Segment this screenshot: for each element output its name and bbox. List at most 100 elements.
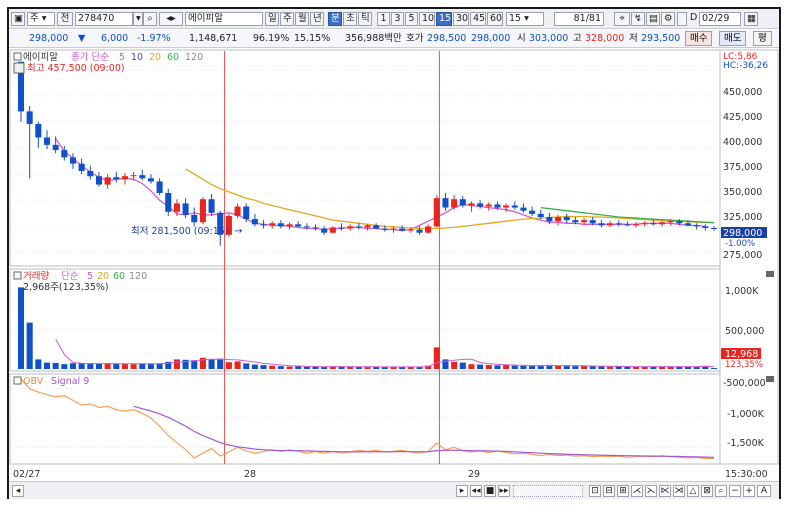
period-second[interactable]: 초 bbox=[343, 12, 357, 26]
auto-scale-icon[interactable]: A bbox=[757, 485, 771, 497]
vol-legend-box-icon[interactable] bbox=[13, 271, 22, 280]
candle-body bbox=[87, 170, 94, 177]
tool-icon-4[interactable]: ⋌ bbox=[631, 485, 643, 497]
stop-icon[interactable]: ■ bbox=[484, 485, 496, 497]
price-yaxis: LC:5,86 HC:-36,26 450,000 425,000 400,00… bbox=[721, 52, 768, 261]
candle-body bbox=[572, 220, 579, 223]
volume-legend: 거래량 단순 5 20 60 120 2,968주(123,35%) bbox=[13, 270, 774, 293]
interval-5[interactable]: 5 bbox=[405, 12, 418, 26]
volume-bar bbox=[494, 365, 501, 369]
obv-signal-line bbox=[133, 405, 715, 458]
date-input[interactable]: 02/29 bbox=[699, 12, 741, 26]
tool-icon-7[interactable]: ⋊ bbox=[673, 485, 685, 497]
tool-icon-5[interactable]: ⋋ bbox=[645, 485, 657, 497]
calendar-icon[interactable]: ▦ bbox=[744, 12, 758, 26]
bid-value: 298,000 bbox=[471, 33, 511, 44]
quote-bar: 298,000 ▼ 6,000 -1.97% 1,148,671 96.19% … bbox=[9, 30, 779, 48]
candle-body bbox=[650, 223, 657, 225]
vol-legend-ma: 단순 bbox=[61, 271, 79, 282]
code-input[interactable]: 278470 bbox=[75, 12, 133, 26]
chart-area[interactable]: 에이피알 종가 단순 5 10 20 60 120 최고 457,500 (09… bbox=[9, 49, 779, 481]
volume-bar bbox=[295, 366, 302, 369]
volume-bar bbox=[87, 363, 94, 369]
scroll-track[interactable] bbox=[513, 485, 583, 497]
sell-button[interactable]: 매도 bbox=[719, 31, 747, 46]
volume-bar bbox=[173, 359, 180, 369]
obv-line bbox=[20, 378, 714, 460]
layout-icon[interactable]: ▣ bbox=[11, 12, 25, 26]
interval-3[interactable]: 3 bbox=[391, 12, 404, 26]
obv-legend: OBV Signal 9 bbox=[13, 376, 774, 387]
open-value: 303,000 bbox=[529, 33, 569, 44]
buy-button[interactable]: 매수 bbox=[685, 31, 713, 46]
candle-body bbox=[373, 225, 380, 229]
vol-panel-menu-icon[interactable] bbox=[766, 271, 774, 277]
interval-45[interactable]: 45 bbox=[470, 12, 486, 26]
period-day[interactable]: 일 bbox=[265, 12, 279, 26]
zoom-icon[interactable]: ⌕ bbox=[715, 485, 727, 497]
obv-legend-box-icon[interactable] bbox=[13, 376, 22, 385]
eval-button[interactable]: 평 bbox=[753, 31, 772, 46]
vol-legend-ma120: 120 bbox=[129, 271, 147, 282]
date-checkbox[interactable] bbox=[677, 12, 687, 26]
volume-bar bbox=[485, 365, 492, 369]
page-input[interactable]: 81/81 bbox=[554, 12, 604, 26]
period-week[interactable]: 주 bbox=[280, 12, 294, 26]
volume-bar bbox=[303, 366, 310, 369]
tool-icon-3[interactable]: ⊞ bbox=[617, 485, 629, 497]
interval-30[interactable]: 30 bbox=[453, 12, 469, 26]
date-check-label: D bbox=[690, 12, 698, 23]
high-marker: 최고 457,500 (09:00) bbox=[27, 63, 125, 74]
legend-box-icon[interactable] bbox=[13, 52, 22, 61]
day-separators bbox=[224, 51, 440, 464]
interval-15[interactable]: 15 bbox=[436, 12, 452, 26]
legend-stock-name: 에이피알 bbox=[23, 52, 58, 63]
tool-icon-1[interactable]: ⊡ bbox=[589, 485, 601, 497]
tool-icon-8[interactable]: △ bbox=[687, 485, 699, 497]
interval-60[interactable]: 60 bbox=[487, 12, 503, 26]
type-select[interactable]: 주 ▾ bbox=[27, 12, 55, 26]
draw-icon[interactable]: ↯ bbox=[631, 12, 645, 26]
period-minute[interactable]: 분 bbox=[328, 12, 342, 26]
search-icon[interactable]: ⌕ bbox=[143, 12, 157, 26]
period-tick[interactable]: 틱 bbox=[358, 12, 372, 26]
low-value: 293,500 bbox=[641, 33, 681, 44]
ytick-450000: 450,000 bbox=[723, 87, 762, 98]
obv-panel-menu-icon[interactable] bbox=[766, 376, 774, 382]
down-arrow-icon: ▼ bbox=[78, 33, 86, 44]
tool-icon-2[interactable]: ⊟ bbox=[603, 485, 615, 497]
crosshair-icon[interactable]: ⌖ bbox=[614, 12, 630, 26]
candle-body bbox=[156, 181, 163, 193]
candle-body bbox=[459, 199, 466, 206]
market-label[interactable]: 전 bbox=[57, 12, 73, 26]
interval-10[interactable]: 10 bbox=[419, 12, 435, 26]
zoom-in-icon[interactable]: + bbox=[743, 485, 755, 497]
dropdown-icon[interactable]: ▾ bbox=[133, 12, 143, 26]
vol-legend-ma5: 5 bbox=[87, 271, 93, 282]
interval-input[interactable]: 15 ▾ bbox=[506, 12, 544, 26]
ytick-350000: 350,000 bbox=[723, 187, 762, 198]
candle-body bbox=[26, 111, 33, 124]
volume-bar bbox=[477, 364, 484, 369]
gear-icon[interactable]: ⚙ bbox=[661, 12, 675, 26]
scroll-forward-icon[interactable]: ▸▸ bbox=[498, 485, 510, 497]
tool-icon-9[interactable]: ⊠ bbox=[701, 485, 713, 497]
volume-bar bbox=[355, 366, 362, 369]
tool-icon-6[interactable]: ⋉ bbox=[659, 485, 671, 497]
chart-svg[interactable]: 에이피알 종가 단순 5 10 20 60 120 최고 457,500 (09… bbox=[9, 49, 779, 481]
scroll-start-icon[interactable]: ▸ bbox=[456, 485, 468, 497]
zoom-box-icon[interactable] bbox=[13, 62, 25, 74]
candle-body bbox=[147, 178, 154, 182]
period-year[interactable]: 년 bbox=[310, 12, 324, 26]
candle-body bbox=[338, 227, 345, 229]
interval-1[interactable]: 1 bbox=[377, 12, 390, 26]
panel-frames bbox=[9, 49, 779, 465]
prev-next-icon[interactable]: ◂▸ bbox=[159, 12, 183, 26]
bottom-scrollbar[interactable]: ◂ ▸ ◂◂ ■ ▸▸ ⊡ ⊟ ⊞ ⋌ ⋋ ⋉ ⋊ △ ⊠ ⌕ − + A bbox=[9, 481, 779, 499]
period-month[interactable]: 월 bbox=[295, 12, 309, 26]
scroll-back-icon[interactable]: ◂◂ bbox=[470, 485, 482, 497]
zoom-out-icon[interactable]: − bbox=[729, 485, 741, 497]
scroll-left-icon[interactable]: ◂ bbox=[12, 485, 24, 497]
save-icon[interactable]: ▤ bbox=[646, 12, 660, 26]
stock-name[interactable]: 에이피알 bbox=[185, 12, 263, 26]
